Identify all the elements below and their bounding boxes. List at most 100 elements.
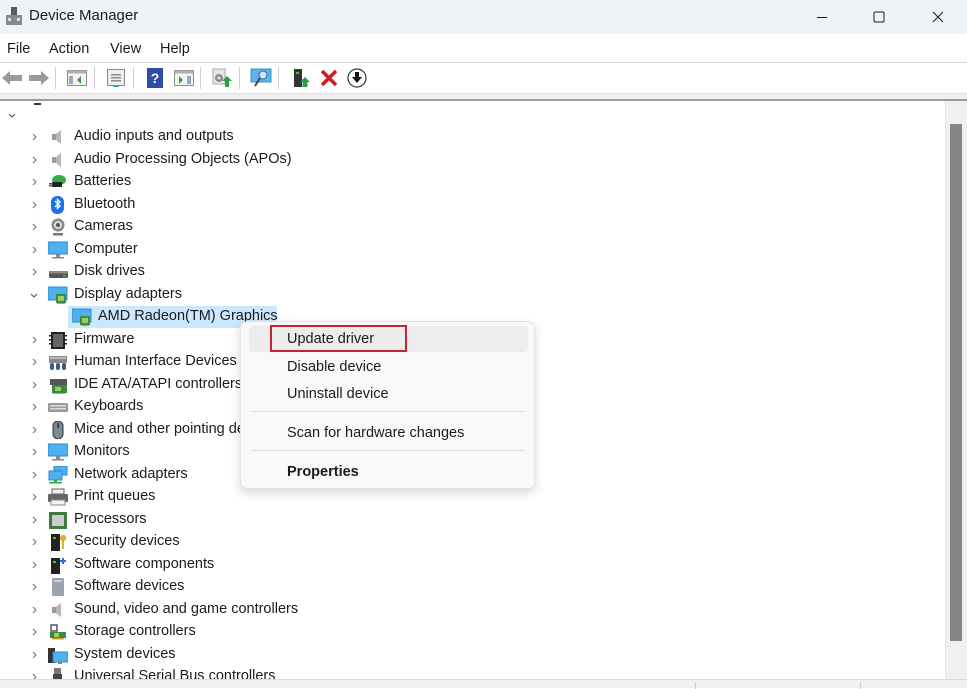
minimize-button[interactable]	[793, 0, 851, 34]
processor-icon	[49, 511, 67, 529]
tree-category[interactable]: Batteries	[0, 171, 945, 193]
show-hide-action-pane-button[interactable]	[172, 67, 196, 89]
chevron-right-icon[interactable]	[29, 335, 39, 345]
chevron-right-icon[interactable]	[29, 245, 39, 255]
chevron-right-icon[interactable]	[29, 672, 39, 679]
enable-device-icon	[294, 69, 310, 87]
tree-category-label: Processors	[74, 510, 147, 527]
chevron-right-icon[interactable]	[29, 177, 39, 187]
toolbar-separator	[94, 67, 95, 89]
show-hide-console-tree-button[interactable]	[65, 67, 89, 89]
tree-category-label: Audio inputs and outputs	[74, 128, 234, 144]
chevron-right-icon[interactable]	[29, 267, 39, 277]
tree-category[interactable]: Cameras	[0, 216, 945, 238]
back-button[interactable]	[0, 67, 24, 89]
camera-icon	[51, 218, 65, 236]
context-menu-properties[interactable]: Properties	[249, 459, 528, 485]
tree-category[interactable]: Processors	[0, 509, 945, 531]
tree-category[interactable]: Computer	[0, 239, 945, 261]
context-menu-disable-device[interactable]: Disable device	[249, 354, 528, 380]
tree-category[interactable]: Audio inputs and outputs	[0, 126, 945, 148]
chevron-down-icon[interactable]	[29, 290, 39, 300]
close-button[interactable]	[909, 0, 967, 34]
tree-category[interactable]: System devices	[0, 644, 945, 666]
chevron-right-icon[interactable]	[29, 402, 39, 412]
chevron-right-icon[interactable]	[29, 582, 39, 592]
tree-category[interactable]: Software devices	[0, 576, 945, 598]
tree-category-label: Print queues	[74, 488, 156, 504]
toolbar-separator	[200, 67, 201, 89]
mouse-icon	[52, 420, 64, 439]
help-button[interactable]: ?	[143, 67, 167, 89]
menu-action[interactable]: Action	[49, 41, 89, 57]
toolbar-divider	[0, 93, 967, 101]
context-menu-uninstall-device[interactable]: Uninstall device	[249, 381, 528, 407]
maximize-button[interactable]	[850, 0, 908, 34]
context-menu-scan-hardware[interactable]: Scan for hardware changes	[249, 420, 528, 446]
vertical-scrollbar[interactable]	[945, 101, 967, 679]
chevron-right-icon[interactable]	[29, 447, 39, 457]
system-devices-icon	[48, 647, 68, 664]
chevron-right-icon[interactable]	[29, 380, 39, 390]
uninstall-device-button[interactable]	[317, 67, 341, 89]
menu-file[interactable]: File	[7, 41, 30, 57]
chevron-right-icon[interactable]	[29, 515, 39, 525]
tree-category[interactable]: Universal Serial Bus controllers	[0, 666, 945, 679]
printer-icon	[48, 488, 68, 506]
battery-icon	[49, 175, 66, 187]
tree-category[interactable]: Sound, video and game controllers	[0, 599, 945, 621]
menu-bar: File Action View Help	[0, 34, 967, 63]
chevron-right-icon[interactable]	[29, 155, 39, 165]
chevron-right-icon[interactable]	[29, 605, 39, 615]
window-title: Device Manager	[29, 7, 139, 24]
close-icon	[932, 11, 944, 23]
tree-category[interactable]: Bluetooth	[0, 194, 945, 216]
tree-category[interactable]: Storage controllers	[0, 621, 945, 643]
forward-button[interactable]	[27, 67, 51, 89]
tree-category[interactable]: Security devices	[0, 531, 945, 553]
scan-hardware-changes-button[interactable]	[249, 67, 273, 89]
chevron-right-icon[interactable]	[29, 470, 39, 480]
tree-category[interactable]: Display adapters	[0, 284, 945, 306]
update-driver-button[interactable]	[210, 67, 234, 89]
chevron-right-icon[interactable]	[29, 560, 39, 570]
security-key-icon	[51, 534, 67, 551]
status-bar	[0, 679, 967, 689]
chevron-right-icon[interactable]	[29, 132, 39, 142]
chevron-right-icon[interactable]	[29, 537, 39, 547]
chevron-down-icon[interactable]	[7, 111, 17, 121]
toolbar-separator	[239, 67, 240, 89]
chevron-right-icon[interactable]	[29, 357, 39, 367]
menu-help[interactable]: Help	[160, 41, 190, 57]
tree-category[interactable]: Disk drives	[0, 261, 945, 283]
properties-button[interactable]	[104, 67, 128, 89]
scrollbar-thumb[interactable]	[950, 124, 962, 641]
tree-category-label: Universal Serial Bus controllers	[74, 668, 276, 679]
forward-arrow-icon	[29, 71, 49, 85]
tree-category-label: Bluetooth	[74, 195, 136, 212]
tree-category[interactable]: Audio Processing Objects (APOs)	[0, 149, 945, 171]
update-driver-icon	[212, 68, 232, 87]
chevron-right-icon[interactable]	[29, 200, 39, 210]
chevron-right-icon[interactable]	[29, 492, 39, 502]
tree-category[interactable]: Software components	[0, 554, 945, 576]
chevron-right-icon[interactable]	[29, 627, 39, 637]
uninstall-device-icon	[320, 69, 338, 87]
chevron-right-icon[interactable]	[29, 222, 39, 232]
device-manager-icon	[6, 7, 22, 25]
tree-category-label: Sound, video and game controllers	[74, 600, 299, 617]
enable-device-button[interactable]	[289, 67, 313, 89]
monitor-icon	[48, 443, 68, 461]
chevron-right-icon[interactable]	[29, 650, 39, 660]
tree-category-label: Monitors	[74, 443, 130, 459]
tree-category-label: Network adapters	[74, 465, 188, 482]
tree-category-label: IDE ATA/ATAPI controllers	[74, 375, 243, 392]
menu-view[interactable]: View	[110, 41, 141, 57]
tree-category[interactable]: Print queues	[0, 486, 945, 508]
chevron-right-icon[interactable]	[29, 425, 39, 435]
disable-device-button[interactable]	[345, 67, 369, 89]
toolbar-separator	[278, 67, 279, 89]
keyboard-icon	[48, 403, 68, 412]
tree-category-label: Computer	[74, 240, 138, 257]
disk-drive-icon	[49, 271, 68, 278]
